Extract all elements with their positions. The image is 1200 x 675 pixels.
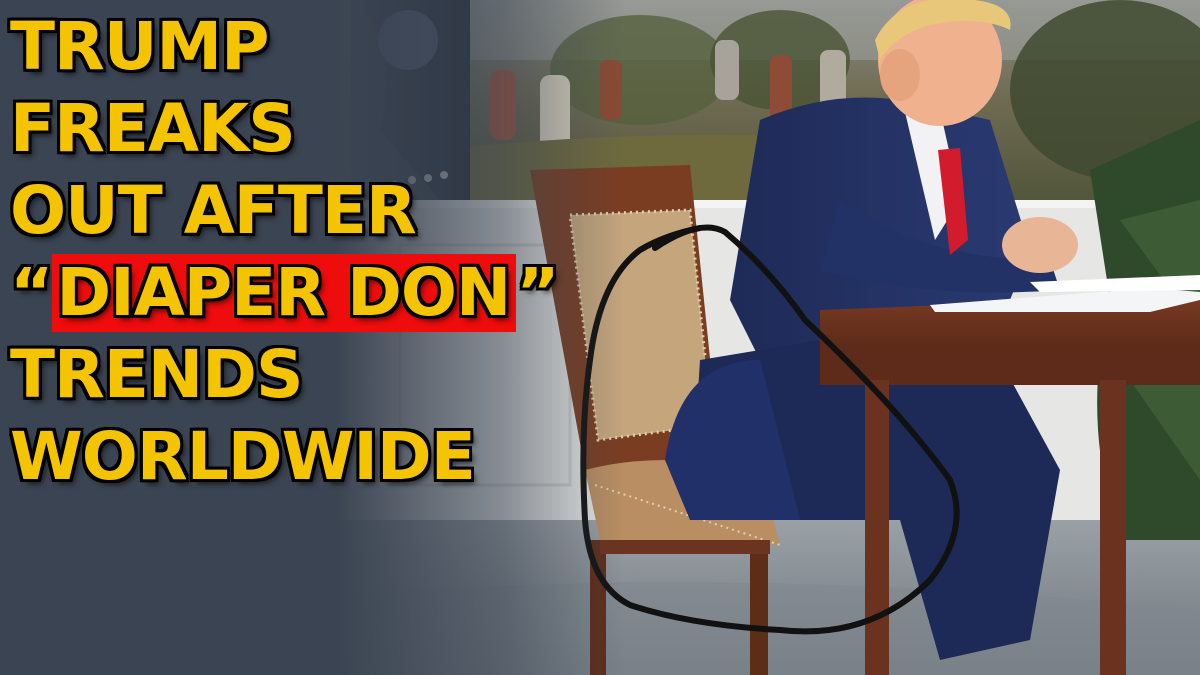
headline-line-6: WORLDWIDE (10, 418, 476, 495)
highlighted-phrase: DIAPER DON (52, 254, 517, 332)
headline-line-4: “DIAPER DON” (10, 252, 650, 334)
open-quote: “ (10, 254, 53, 331)
close-quote: ” (516, 254, 559, 331)
headline-line-1: TRUMP (10, 8, 269, 85)
headline-line-3: OUT AFTER (10, 172, 417, 249)
headline-line-5: TRENDS (10, 336, 303, 413)
headline-line-2: FREAKS (10, 90, 296, 167)
headline: TRUMP FREAKS OUT AFTER “DIAPER DON” TREN… (10, 6, 650, 498)
